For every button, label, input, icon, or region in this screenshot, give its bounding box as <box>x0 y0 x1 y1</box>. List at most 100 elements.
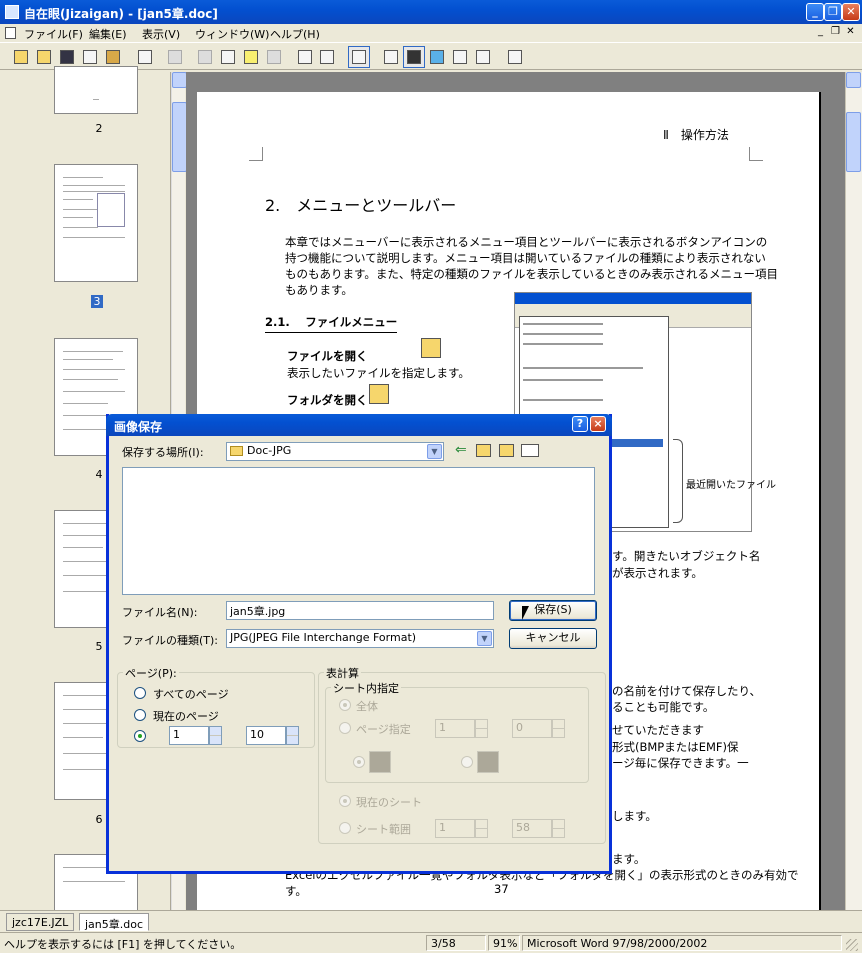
filetype-select[interactable]: JPG(JPEG File Interchange Format) ▼ <box>226 629 494 648</box>
all-pages-radio[interactable] <box>134 687 146 699</box>
floppy-icon <box>60 50 74 64</box>
thumbnail-toggle-button[interactable] <box>348 46 370 68</box>
current-sheet-label: 現在のシート <box>356 796 422 809</box>
eraser-icon <box>267 50 281 64</box>
thumbnail-page-2[interactable] <box>54 66 138 114</box>
sheet-page-spec-radio[interactable] <box>339 722 351 734</box>
doc-fragment: ることも可能です。 <box>612 700 715 714</box>
restore-icon: ❐ <box>828 5 838 18</box>
menu-view[interactable]: 表示(V) <box>142 26 180 42</box>
back-arrow-icon[interactable]: ⇐ <box>455 442 467 458</box>
range-start-radio[interactable] <box>353 756 365 768</box>
doc-fragment: ます。 <box>612 852 646 866</box>
tool-button[interactable] <box>102 46 124 68</box>
current-page-label: 現在のページ <box>153 710 219 723</box>
properties-icon <box>508 50 522 64</box>
thumbnail-page-3[interactable] <box>54 164 138 282</box>
save-location-select[interactable]: Doc-JPG ▼ <box>226 442 444 461</box>
minimize-icon: _ <box>812 5 818 18</box>
save-location-label: 保存する場所(I): <box>122 446 204 459</box>
resize-grip-icon[interactable] <box>846 939 858 951</box>
sheet-all-radio[interactable] <box>339 699 351 711</box>
document-icon[interactable] <box>5 27 16 39</box>
page-spec-from-input[interactable]: 1 <box>435 719 475 738</box>
page-range-to-input[interactable]: 10 <box>246 726 286 745</box>
scroll-thumb[interactable] <box>846 112 861 172</box>
menu-help[interactable]: ヘルプ(H) <box>270 26 320 42</box>
dialog-close-button[interactable]: × <box>590 416 606 432</box>
menu-edit[interactable]: 編集(E) <box>89 26 127 42</box>
paste-button[interactable] <box>217 46 239 68</box>
save-button[interactable] <box>56 46 78 68</box>
mdi-close-icon[interactable]: ✕ <box>844 27 857 39</box>
close-button[interactable]: ✕ <box>842 3 860 21</box>
minimize-button[interactable]: _ <box>806 3 824 21</box>
doc-bottom-line: す。 <box>285 884 307 898</box>
page-view-button[interactable] <box>403 46 425 68</box>
dialog-titlebar[interactable]: 画像保存 ? × <box>106 414 612 436</box>
view-menu-icon[interactable] <box>521 444 539 457</box>
range-end-swatch[interactable] <box>477 751 499 773</box>
scroll-thumb[interactable] <box>172 102 187 172</box>
page-spec-to-spinner[interactable] <box>552 719 565 738</box>
cut-button[interactable] <box>164 46 186 68</box>
marker-clear-button[interactable] <box>263 46 285 68</box>
thumbnail-icon <box>352 50 366 64</box>
close-icon: ✕ <box>846 5 856 18</box>
sheet-range-from-input[interactable]: 1 <box>435 819 475 838</box>
open-file-button[interactable] <box>10 46 32 68</box>
copy-button[interactable] <box>194 46 216 68</box>
range-start-swatch[interactable] <box>369 751 391 773</box>
page-spec-to-input[interactable]: 0 <box>512 719 552 738</box>
filename-input[interactable]: jan5章.jpg <box>226 601 494 620</box>
menu-window[interactable]: ウィンドウ(W) <box>195 26 269 42</box>
prev-page-button[interactable] <box>294 46 316 68</box>
maximize-button[interactable]: ❐ <box>824 3 842 21</box>
window-titlebar[interactable]: 自在眼(Jizaigan) - [jan5章.doc] _ ❐ ✕ <box>0 0 862 24</box>
section-title: 2.1. ファイルメニュー <box>265 314 398 333</box>
sheet-range-to-input[interactable]: 58 <box>512 819 552 838</box>
marker-button[interactable] <box>240 46 262 68</box>
mdi-minimize-icon[interactable]: _ <box>814 27 827 39</box>
page-spec-from-spinner[interactable] <box>475 719 488 738</box>
help-icon: ? <box>576 417 584 430</box>
text-view-button[interactable] <box>380 46 402 68</box>
sheet-range-label: シート範囲 <box>356 823 411 836</box>
new-folder-icon[interactable] <box>499 444 514 457</box>
window-button[interactable] <box>134 46 156 68</box>
current-sheet-radio[interactable] <box>339 795 351 807</box>
sheet-range-from-spinner[interactable] <box>475 819 488 838</box>
range-end-radio[interactable] <box>461 756 473 768</box>
page-range-from-input[interactable]: 1 <box>169 726 209 745</box>
page-range-radio[interactable] <box>134 730 146 742</box>
document-vscrollbar[interactable] <box>845 72 862 910</box>
menu-file[interactable]: ファイル(F) <box>24 26 83 42</box>
up-folder-icon[interactable] <box>476 444 491 457</box>
scroll-up-icon[interactable] <box>172 72 187 88</box>
current-page-radio[interactable] <box>134 709 146 721</box>
sheet-range-to-spinner[interactable] <box>552 819 565 838</box>
next-page-button[interactable] <box>316 46 338 68</box>
image-icon <box>430 50 444 64</box>
fit-width-button[interactable] <box>449 46 471 68</box>
page-icon <box>407 50 421 64</box>
fit-page-button[interactable] <box>472 46 494 68</box>
properties-button[interactable] <box>504 46 526 68</box>
chevron-down-icon[interactable]: ▼ <box>477 631 492 646</box>
tab-jzc17e[interactable]: jzc17E.JZL <box>6 913 75 931</box>
tab-jan5[interactable]: jan5章.doc <box>79 913 150 931</box>
open-folder-button[interactable] <box>33 46 55 68</box>
page-range-to-spinner[interactable] <box>286 726 299 745</box>
sheet-range-radio[interactable] <box>339 822 351 834</box>
image-view-button[interactable] <box>426 46 448 68</box>
scroll-up-icon[interactable] <box>846 72 861 88</box>
cancel-button[interactable]: キャンセル <box>509 628 597 649</box>
wrench-icon <box>106 50 120 64</box>
dialog-help-button[interactable]: ? <box>572 416 588 432</box>
page-range-from-spinner[interactable] <box>209 726 222 745</box>
status-help-text: ヘルプを表示するには [F1] を押してください。 <box>4 938 242 951</box>
chevron-down-icon[interactable]: ▼ <box>427 444 442 459</box>
mdi-restore-icon[interactable]: ❐ <box>829 27 842 39</box>
file-list[interactable] <box>122 467 595 595</box>
print-button[interactable] <box>79 46 101 68</box>
